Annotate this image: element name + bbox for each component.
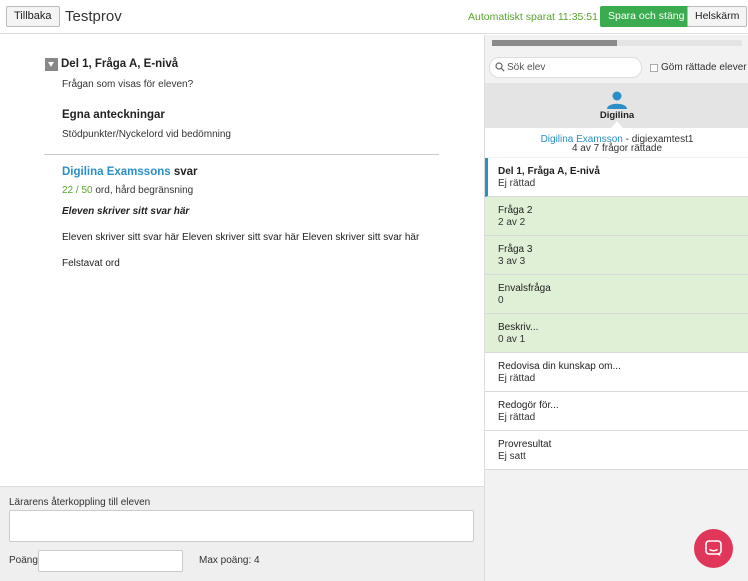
question-item-title: Redogör för...: [498, 400, 559, 411]
question-list-item[interactable]: Redovisa din kunskap om... Ej rättad: [485, 353, 748, 392]
question-list: Del 1, Fråga A, E-nivå Ej rättad Fråga 2…: [485, 158, 748, 470]
question-list-item[interactable]: Fråga 2 2 av 2: [485, 197, 748, 236]
question-item-status: 0: [498, 295, 504, 306]
question-list-item[interactable]: Fråga 3 3 av 3: [485, 236, 748, 275]
question-text: Frågan som visas för eleven?: [62, 79, 194, 90]
graded-summary: 4 av 7 frågor rättade: [571, 143, 663, 154]
feedback-input[interactable]: [9, 510, 474, 542]
answer-heading: Digilina Examssons svar: [62, 166, 198, 178]
question-item-status: Ej rättad: [498, 412, 536, 423]
answer-emphasis-text: Eleven skriver sitt svar här: [62, 206, 190, 217]
points-input[interactable]: [38, 550, 183, 572]
notes-heading: Egna anteckningar: [62, 109, 165, 121]
question-item-title: Redovisa din kunskap om...: [498, 361, 621, 372]
hide-graded-label[interactable]: Göm rättade elever: [661, 62, 747, 73]
max-points: Max poäng: 4: [199, 555, 260, 566]
student-selector[interactable]: Digilina: [485, 83, 748, 128]
question-item-title: Envalsfråga: [498, 283, 551, 294]
question-title: Del 1, Fråga A, E-nivå: [61, 58, 179, 70]
question-list-item[interactable]: Envalsfråga 0: [485, 275, 748, 314]
question-list-item[interactable]: Redogör för... Ej rättad: [485, 392, 748, 431]
question-list-item[interactable]: Del 1, Fråga A, E-nivå Ej rättad: [485, 158, 748, 197]
autosave-status: Automatiskt sparat 11:35:51: [468, 11, 598, 23]
question-list-item[interactable]: Provresultat Ej satt: [485, 431, 748, 470]
question-item-status: 3 av 3: [498, 256, 526, 267]
answer-student-name[interactable]: Digilina Examssons: [62, 166, 171, 178]
question-item-status: Ej rättad: [498, 178, 536, 189]
search-box[interactable]: [489, 57, 642, 78]
student-info: Digilina Examsson - digiexamtest1 4 av 7…: [485, 128, 748, 157]
user-avatar-icon: [607, 91, 627, 109]
student-first-name: Digilina: [599, 110, 635, 121]
word-count-value: 22 / 50: [62, 185, 93, 196]
fullscreen-button[interactable]: Helskärm: [687, 6, 748, 27]
sidebar: Göm rättade elever Digilina Digilina Exa…: [484, 35, 748, 581]
page-title: Testprov: [65, 8, 122, 25]
question-item-title: Beskriv...: [498, 322, 539, 333]
feedback-label: Lärarens återkoppling till eleven: [9, 497, 151, 508]
progress-fill: [492, 40, 617, 46]
question-item-title: Del 1, Fråga A, E-nivå: [498, 166, 600, 177]
selected-caret-icon: [611, 121, 623, 128]
question-item-title: Fråga 2: [498, 205, 533, 216]
question-item-title: Provresultat: [498, 439, 552, 450]
question-item-status: Ej satt: [498, 451, 526, 462]
chat-icon: [705, 540, 722, 556]
top-bar: Tillbaka Testprov Automatiskt sparat 11:…: [0, 0, 748, 34]
back-button[interactable]: Tillbaka: [6, 6, 60, 27]
grading-progress-bar: [492, 40, 742, 46]
word-count-info: ord, hård begränsning: [92, 185, 194, 196]
search-input[interactable]: [507, 60, 637, 75]
question-list-item[interactable]: Beskriv... 0 av 1: [485, 314, 748, 353]
hide-graded-checkbox[interactable]: [650, 64, 658, 72]
divider: [44, 154, 439, 155]
question-item-title: Fråga 3: [498, 244, 533, 255]
points-label: Poäng: [9, 555, 38, 566]
notes-text: Stödpunkter/Nyckelord vid bedömning: [62, 129, 231, 140]
chat-button[interactable]: [694, 529, 733, 568]
answer-typo-text: Felstavat ord: [62, 258, 120, 269]
feedback-panel: Lärarens återkoppling till eleven Poäng …: [0, 486, 484, 581]
search-icon: [495, 62, 505, 72]
save-and-close-button[interactable]: Spara och stäng: [600, 6, 693, 27]
question-panel: Del 1, Fråga A, E-nivå Frågan som visas …: [0, 35, 484, 486]
question-item-status: 0 av 1: [498, 334, 526, 345]
question-item-status: Ej rättad: [498, 373, 536, 384]
collapse-toggle-icon[interactable]: [45, 58, 58, 71]
word-count: 22 / 50 ord, hård begränsning: [62, 185, 193, 196]
answer-body-text: Eleven skriver sitt svar här Eleven skri…: [62, 232, 420, 243]
answer-heading-suffix: svar: [170, 166, 198, 178]
question-item-status: 2 av 2: [498, 217, 526, 228]
